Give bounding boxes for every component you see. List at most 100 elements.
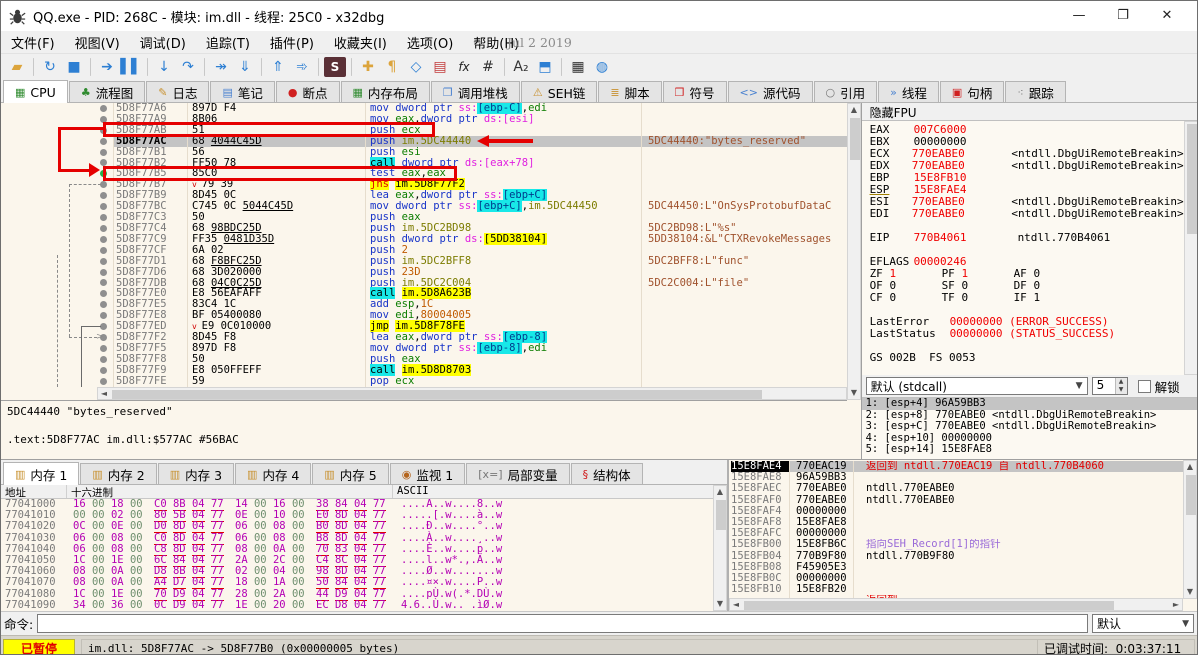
dump-tab[interactable]: ▥ 内存 1 bbox=[3, 462, 80, 485]
dump-tab[interactable]: ▥ 内存 4 bbox=[235, 463, 312, 484]
dump-tab[interactable]: § 结构体 bbox=[570, 463, 643, 484]
dump-tab[interactable]: [x=] 局部变量 bbox=[466, 463, 570, 484]
breakpoint-dot[interactable] bbox=[100, 268, 107, 276]
view-tab[interactable]: ♣ 流程图 bbox=[68, 81, 146, 102]
toolbar-button[interactable]: ¶ bbox=[381, 56, 403, 78]
breakpoint-dot[interactable] bbox=[100, 214, 107, 222]
breakpoint-dot[interactable] bbox=[100, 290, 107, 298]
breakpoint-dot[interactable] bbox=[100, 246, 107, 254]
disasm-row[interactable]: 5D8F77D1 68 F8BFC25D push im.5DC2BFF8 5D… bbox=[1, 255, 847, 267]
flag[interactable]: IF 1 bbox=[1014, 292, 1086, 304]
memory-row[interactable]: 77041070 08 00 0A 00 A4 D7 04 77 18 00 1… bbox=[1, 576, 713, 590]
breakpoint-dot[interactable] bbox=[100, 235, 107, 243]
view-tab[interactable]: ▦ CPU bbox=[3, 80, 68, 103]
command-input[interactable] bbox=[37, 614, 1088, 633]
toolbar-button[interactable]: ▰ bbox=[6, 56, 28, 78]
menu-item[interactable]: 视图(V) bbox=[65, 31, 130, 54]
toolbar-button[interactable]: ■ bbox=[63, 56, 85, 78]
toolbar-button[interactable]: ➾ bbox=[291, 56, 313, 78]
dump-tab[interactable]: ▥ 内存 5 bbox=[312, 463, 389, 484]
register-row[interactable]: EIP 770B4061 ntdll.770B4061 bbox=[870, 232, 1184, 244]
command-profile-select[interactable]: 默认 ▼ bbox=[1092, 614, 1194, 633]
stack-row[interactable]: 15E8FB00 15E8FB6C 指向SEH_Record[1]的指针 bbox=[731, 539, 1183, 551]
breakpoint-dot[interactable] bbox=[100, 323, 107, 331]
view-tab[interactable]: ⚠ SEH链 bbox=[520, 81, 598, 102]
view-tab[interactable]: ≣ 脚本 bbox=[598, 81, 662, 102]
view-tab[interactable]: ❒ 符号 bbox=[662, 81, 727, 102]
call-argument-row[interactable]: 5: [esp+14] 15E8FAE8 bbox=[862, 444, 1197, 456]
flag[interactable]: TF 0 bbox=[942, 292, 1014, 304]
toolbar-button[interactable] bbox=[561, 58, 562, 76]
stack-row[interactable]: 15E8FAEC 770EABE0 ntdll.770EABE0 bbox=[731, 483, 1183, 495]
register-row[interactable]: EDI 770EABE0 <ntdll.DbgUiRemoteBreakin> bbox=[870, 208, 1184, 220]
memory-vscrollbar[interactable]: ▲ ▼ bbox=[713, 485, 727, 611]
stack-vscrollbar[interactable]: ▲ ▼ bbox=[1183, 460, 1197, 599]
toolbar-button[interactable] bbox=[33, 58, 34, 76]
calling-convention-select[interactable]: 默认 (stdcall) ▼ bbox=[865, 377, 1088, 395]
toolbar-button[interactable] bbox=[261, 58, 262, 76]
view-tab[interactable]: ✎ 日志 bbox=[146, 81, 210, 102]
toolbar-button[interactable] bbox=[504, 58, 505, 76]
toolbar-button[interactable] bbox=[351, 58, 352, 76]
breakpoint-dot[interactable] bbox=[100, 148, 107, 156]
toolbar-button[interactable] bbox=[147, 58, 148, 76]
breakpoint-dot[interactable] bbox=[100, 279, 107, 287]
view-tab[interactable]: ❐ 调用堆栈 bbox=[430, 81, 520, 102]
call-argument-row[interactable]: 1: [esp+4] 96A59BB3 bbox=[861, 398, 1197, 410]
dump-tab[interactable]: ▥ 内存 2 bbox=[80, 463, 157, 484]
menu-item[interactable]: 插件(P) bbox=[260, 31, 324, 54]
toolbar-button[interactable]: S bbox=[324, 57, 346, 77]
toolbar-button[interactable]: ➔ bbox=[96, 56, 118, 78]
toolbar-button[interactable]: ↠ bbox=[210, 56, 232, 78]
toolbar-button[interactable]: ⬒ bbox=[534, 56, 556, 78]
toolbar-button[interactable]: ▌▌ bbox=[120, 56, 142, 78]
toolbar-button[interactable]: ⇑ bbox=[267, 56, 289, 78]
toolbar-button[interactable]: ▦ bbox=[567, 56, 589, 78]
close-button[interactable]: ✕ bbox=[1145, 2, 1189, 30]
memory-row[interactable]: 77041080 1C 00 1E 00 70 D9 04 77 28 00 2… bbox=[1, 587, 713, 601]
view-tab[interactable]: ▦ 内存布局 bbox=[340, 81, 430, 102]
breakpoint-dot[interactable] bbox=[100, 181, 107, 189]
toolbar-button[interactable]: ✚ bbox=[357, 56, 379, 78]
minimize-button[interactable]: — bbox=[1057, 2, 1101, 30]
menu-item[interactable]: 文件(F) bbox=[1, 31, 65, 54]
view-tab[interactable]: ○ 引用 bbox=[813, 81, 878, 102]
breakpoint-dot[interactable] bbox=[100, 366, 107, 374]
dump-tab[interactable]: ◉ 监视 1 bbox=[389, 463, 466, 484]
toolbar-button[interactable]: ↻ bbox=[39, 56, 61, 78]
breakpoint-dot[interactable] bbox=[100, 203, 107, 211]
view-tab[interactable]: » 线程 bbox=[878, 81, 939, 102]
breakpoint-dot[interactable] bbox=[100, 104, 107, 112]
disasm-row[interactable]: 5D8F77AC 68 4044C45D push im.5DC44440 5D… bbox=[1, 135, 847, 147]
breakpoint-dot[interactable] bbox=[100, 301, 107, 309]
arg-count-stepper[interactable]: 5 ▲ ▼ bbox=[1091, 377, 1128, 395]
stack-row[interactable]: 15E8FB04 770B9F80 ntdll.770B9F80 bbox=[731, 550, 1183, 562]
disasm-hscrollbar[interactable]: ◄ bbox=[97, 387, 847, 400]
breakpoint-dot[interactable] bbox=[100, 224, 107, 232]
toolbar-button[interactable]: A₂ bbox=[510, 56, 532, 78]
toolbar-button[interactable] bbox=[318, 58, 319, 76]
menu-item[interactable]: 收藏夹(I) bbox=[324, 31, 397, 54]
stack-row[interactable]: 15E8FB10 15E8FB20 bbox=[731, 583, 1183, 596]
disasm-row[interactable]: 5D8F77FE 59 pop ecx bbox=[1, 375, 847, 387]
flag[interactable]: CF 0 bbox=[870, 292, 942, 304]
memory-row[interactable]: 77041090 34 00 36 00 0C D9 04 77 1E 00 2… bbox=[1, 598, 713, 611]
view-tab[interactable]: <> 源代码 bbox=[727, 81, 813, 102]
toolbar-button[interactable]: ⇓ bbox=[234, 56, 256, 78]
stack-hscrollbar[interactable]: ◄ ► bbox=[729, 598, 1183, 611]
toolbar-button[interactable]: ↓ bbox=[153, 56, 175, 78]
toolbar-button[interactable]: ◍ bbox=[591, 56, 613, 78]
breakpoint-dot[interactable] bbox=[100, 377, 107, 385]
toolbar-button[interactable]: ◇ bbox=[405, 56, 427, 78]
breakpoint-dot[interactable] bbox=[100, 192, 107, 200]
toolbar-button[interactable]: ↷ bbox=[177, 56, 199, 78]
unlock-checkbox[interactable] bbox=[1137, 379, 1151, 393]
hide-fpu-button[interactable]: 隐藏FPU bbox=[861, 103, 1197, 121]
memory-row[interactable]: 77041020 0C 00 0E 00 D0 8D 04 77 06 00 0… bbox=[1, 520, 713, 534]
breakpoint-dot[interactable] bbox=[100, 137, 107, 145]
menu-item[interactable]: 调试(D) bbox=[130, 31, 196, 54]
breakpoint-dot[interactable] bbox=[100, 355, 107, 363]
toolbar-button[interactable] bbox=[204, 58, 205, 76]
toolbar-button[interactable]: ▤ bbox=[429, 56, 451, 78]
registers-vscrollbar[interactable] bbox=[1183, 121, 1197, 375]
